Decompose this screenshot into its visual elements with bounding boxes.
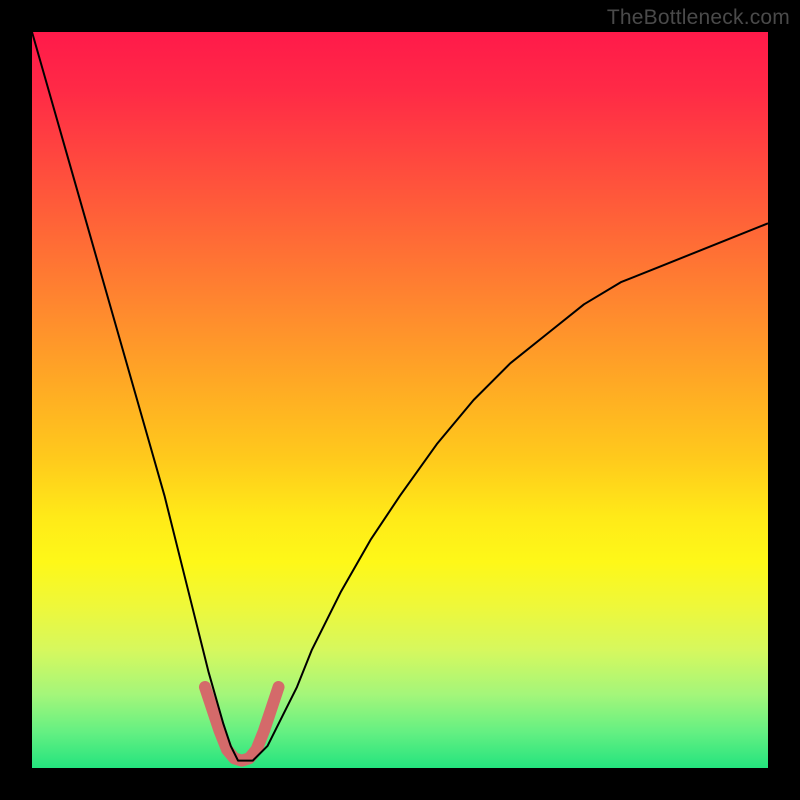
bottleneck-curve — [32, 32, 768, 761]
plot-area — [32, 32, 768, 768]
watermark-text: TheBottleneck.com — [607, 6, 790, 30]
chart-canvas: TheBottleneck.com — [0, 0, 800, 800]
chart-svg — [32, 32, 768, 768]
